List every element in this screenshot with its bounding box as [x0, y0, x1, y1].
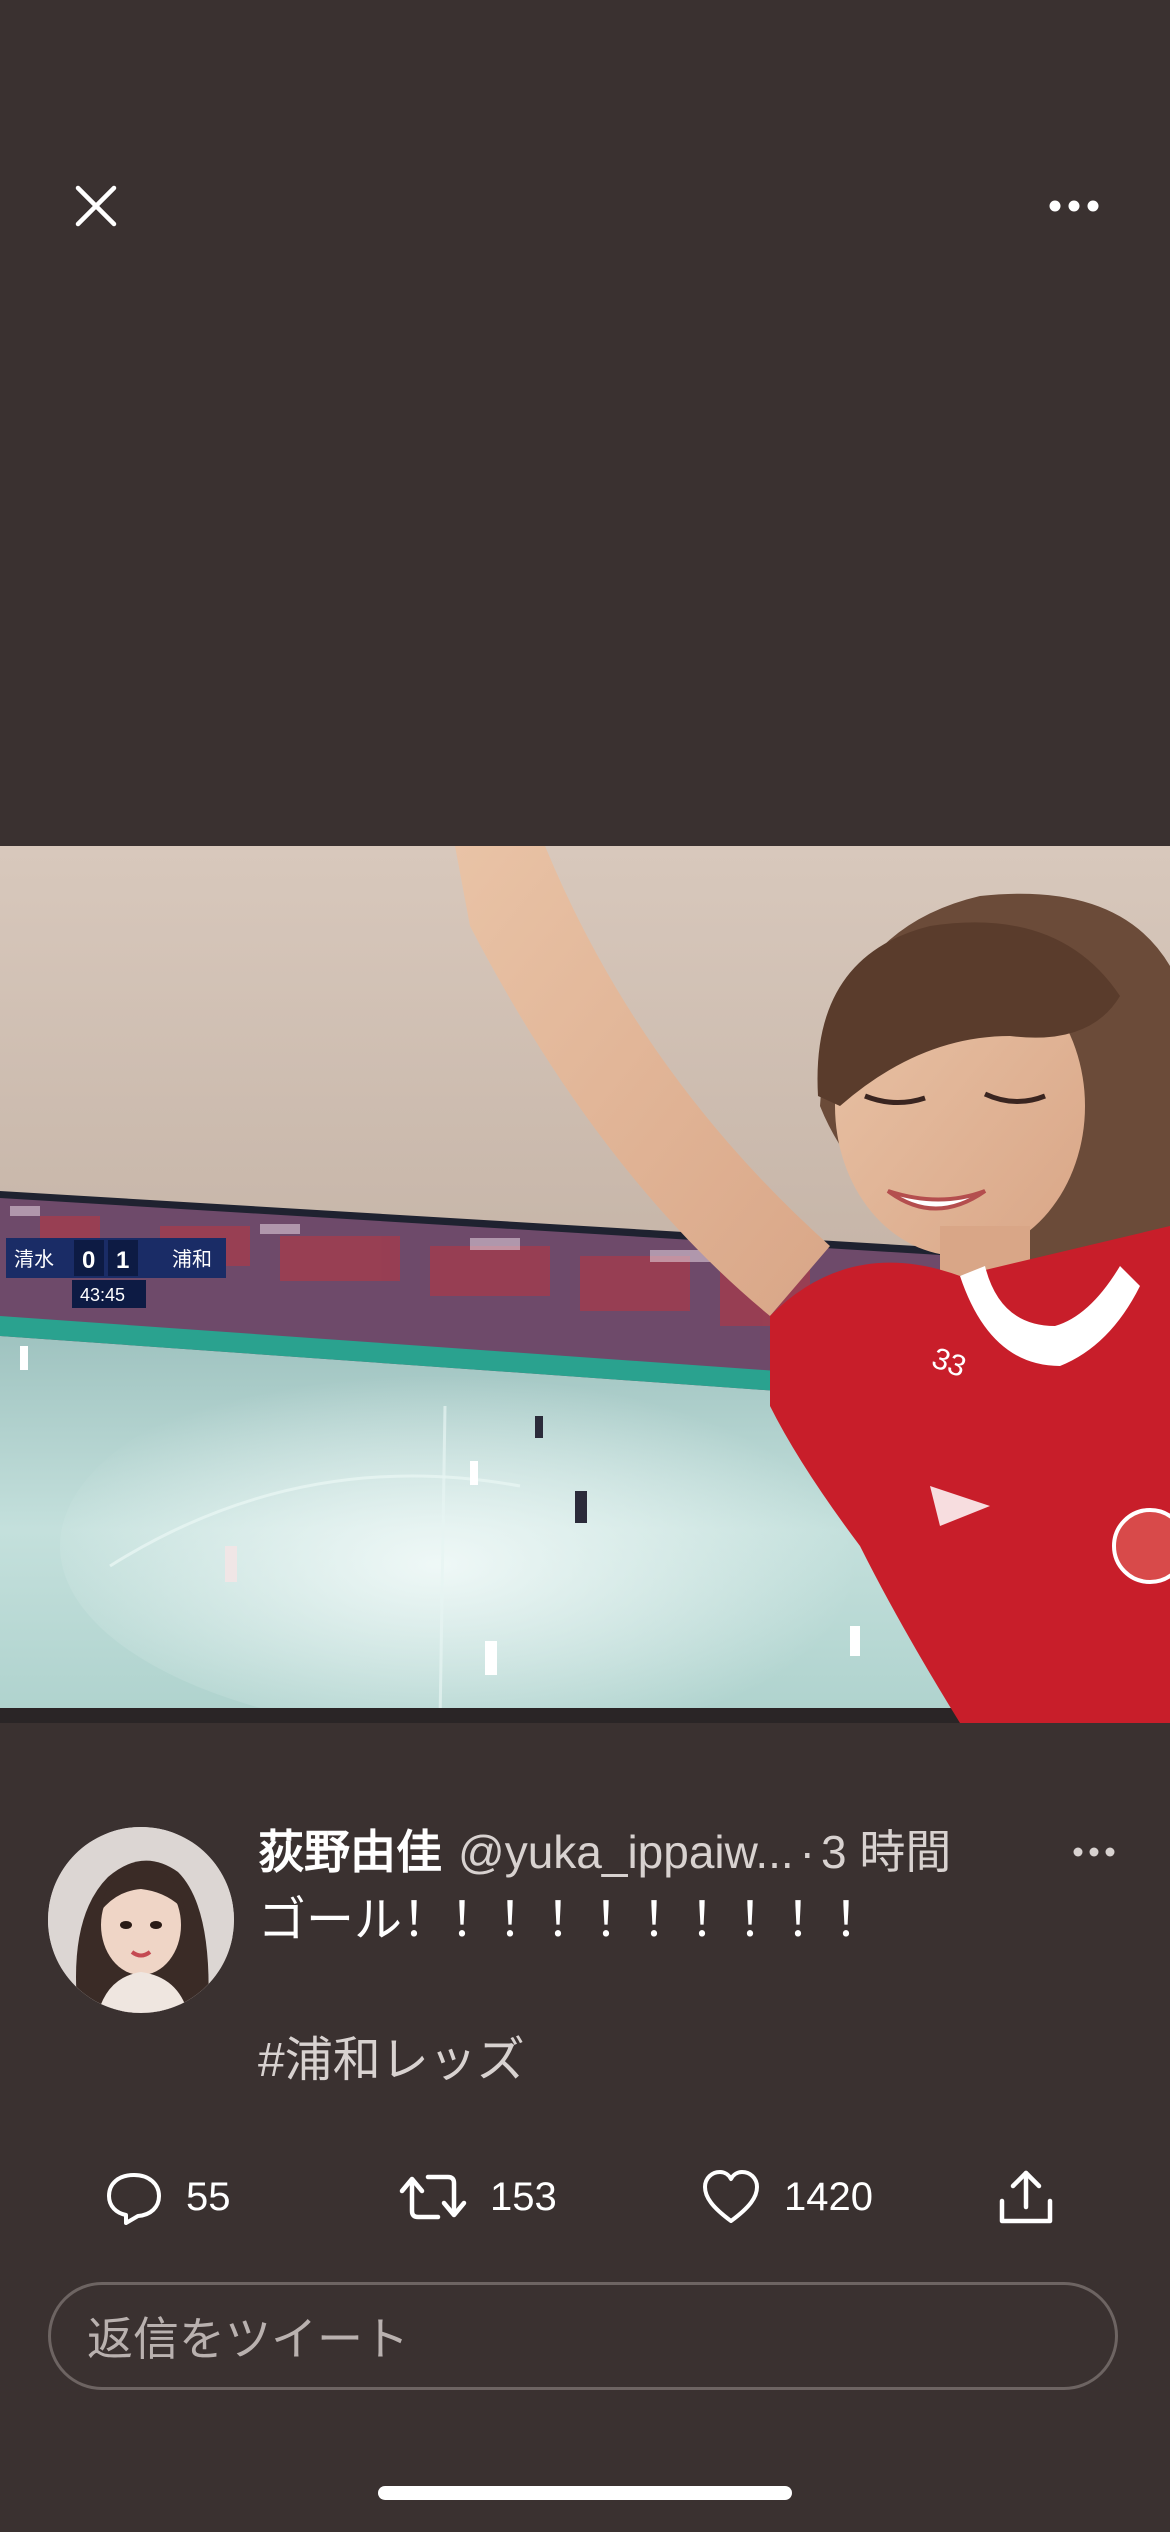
tweet-text: ゴール！！！！！！！！！！: [258, 1894, 883, 1947]
tweet-more-button[interactable]: [1066, 1832, 1122, 1872]
retweet-button[interactable]: 153: [398, 2160, 557, 2234]
scoreboard-clock: 43:45: [80, 1285, 125, 1305]
like-button[interactable]: 1420: [700, 2160, 873, 2234]
avatar[interactable]: [48, 1827, 234, 2013]
more-horizontal-icon: [1049, 200, 1099, 212]
heart-icon: [703, 2170, 759, 2223]
reply-input[interactable]: 返信をツイート: [48, 2282, 1118, 2390]
top-bar: [0, 150, 1170, 262]
display-name[interactable]: 荻野由佳: [258, 1822, 442, 1882]
tweet-photo[interactable]: 清水 0 1 浦和 43:45 33: [0, 846, 1170, 1723]
scoreboard-away: 浦和: [172, 1248, 212, 1271]
avatar-image: [48, 1827, 234, 2013]
scoreboard-away-score: 1: [116, 1247, 129, 1274]
retweet-icon: [399, 2174, 467, 2220]
reply-placeholder: 返信をツイート: [87, 2313, 409, 2365]
reply-icon: [107, 2173, 161, 2225]
scoreboard-home: 清水: [14, 1248, 54, 1271]
retweet-count: 153: [490, 2174, 557, 2219]
more-horizontal-icon: [1073, 1847, 1115, 1857]
hashtag-link[interactable]: #浦和レッズ: [258, 2030, 525, 2092]
reply-count: 55: [186, 2174, 231, 2219]
scoreboard-home-score: 0: [82, 1247, 95, 1274]
separator: ·: [799, 1826, 815, 1878]
more-options-button[interactable]: [1034, 174, 1114, 238]
share-button[interactable]: [996, 2160, 1056, 2234]
tweet-actions: 55 153 1420: [0, 2160, 1170, 2234]
close-icon: [75, 185, 117, 227]
like-count: 1420: [784, 2174, 873, 2219]
share-icon: [999, 2170, 1053, 2224]
reply-button[interactable]: 55: [104, 2160, 231, 2234]
home-indicator[interactable]: [378, 2486, 792, 2500]
photo-image: 清水 0 1 浦和 43:45 33: [0, 846, 1170, 1723]
close-button[interactable]: [56, 174, 136, 238]
tweet-time[interactable]: 3 時間: [821, 1822, 951, 1882]
user-handle[interactable]: @yuka_ippaiw...: [458, 1822, 794, 1882]
tweet-header: 荻野由佳 @yuka_ippaiw... · 3 時間: [258, 1822, 1058, 1882]
